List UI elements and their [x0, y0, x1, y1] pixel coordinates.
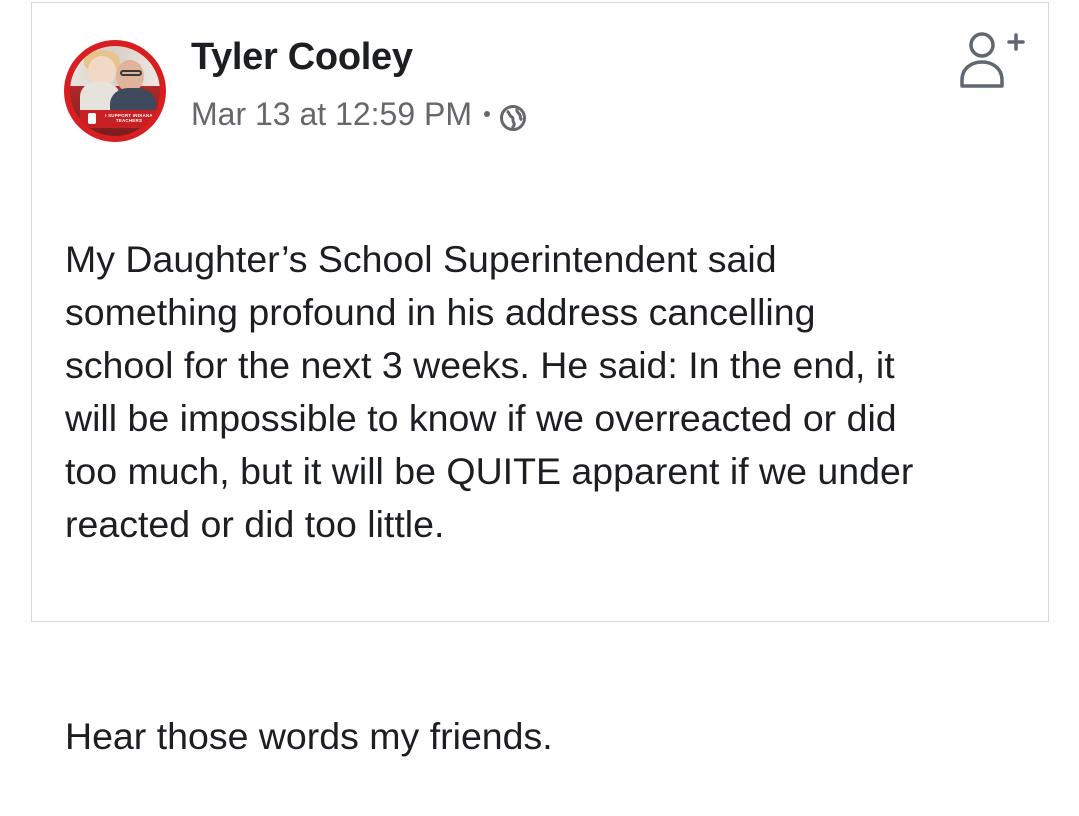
- post-paragraph: Hear those words my friends.: [65, 715, 553, 757]
- add-friend-icon[interactable]: [958, 28, 1026, 90]
- post-body: My Daughter’s School Superintendent said…: [65, 180, 1025, 816]
- post-timestamp[interactable]: Mar 13 at 12:59 PM: [191, 96, 472, 133]
- separator-dot: [484, 111, 491, 117]
- post-paragraph: My Daughter’s School Superintendent said…: [65, 238, 914, 545]
- author-name[interactable]: Tyler Cooley: [191, 36, 413, 79]
- post-meta: Mar 13 at 12:59 PM: [191, 96, 527, 133]
- avatar-badge: I SUPPORT INDIANA TEACHERS: [80, 110, 160, 128]
- author-avatar[interactable]: I SUPPORT INDIANA TEACHERS: [64, 40, 166, 142]
- globe-icon[interactable]: [500, 102, 527, 131]
- avatar-photo: I SUPPORT INDIANA TEACHERS: [70, 46, 160, 136]
- fist-icon: [88, 113, 96, 124]
